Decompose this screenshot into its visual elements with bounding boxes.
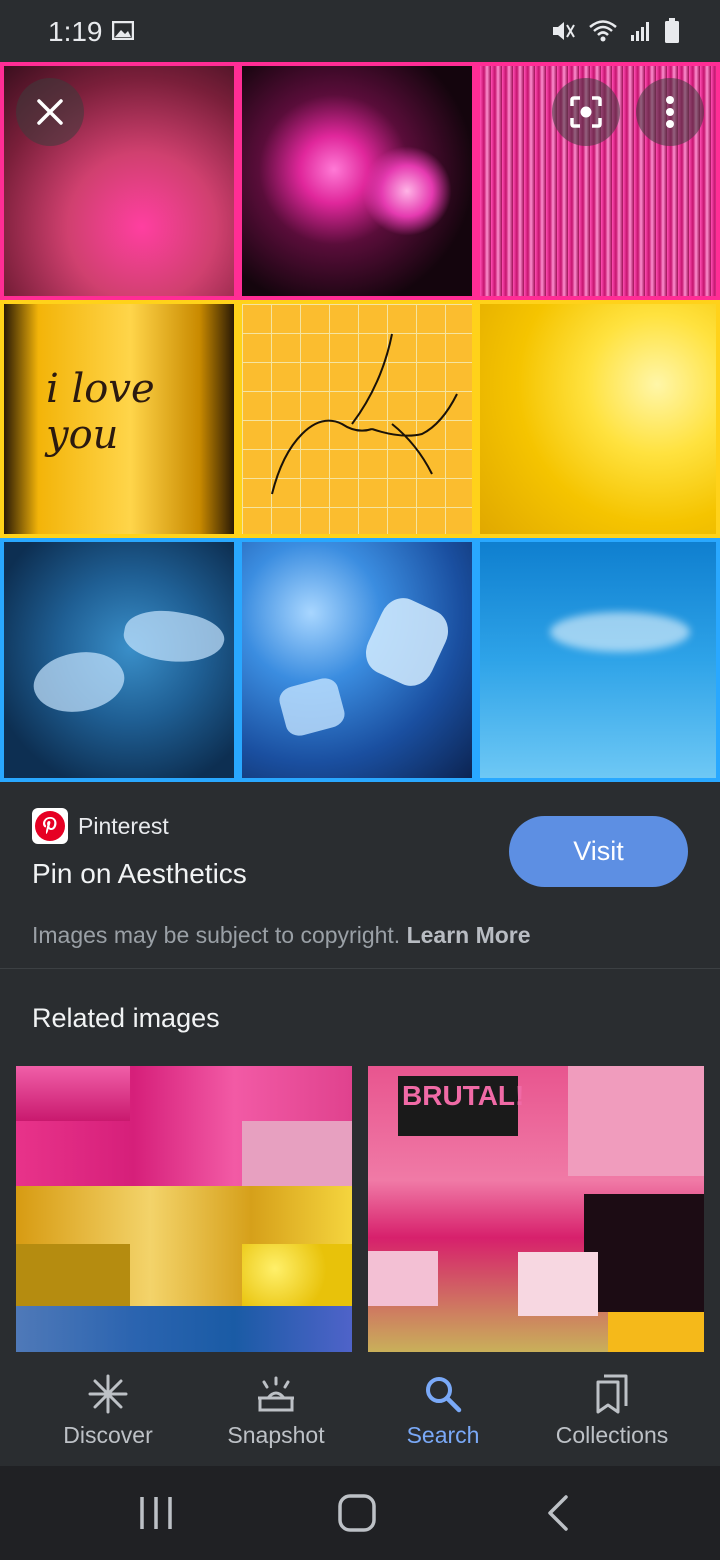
snapshot-icon [258,1376,294,1412]
divider [0,968,720,969]
lens-button[interactable] [552,78,620,146]
battery-icon [665,18,679,43]
pin-title[interactable]: Pin on Aesthetics [32,858,247,890]
signal-icon [631,22,649,41]
back-button[interactable] [528,1490,588,1536]
bottom-navigation: Discover Snapshot Search Collections [0,1352,720,1466]
collage-tile-fireworks [238,62,476,300]
nav-search-label: Search [406,1422,480,1448]
more-options-button[interactable] [636,78,704,146]
nav-discover-label: Discover [63,1422,153,1448]
related-image-2-caption: BRUTAL! [402,1080,525,1111]
back-icon [548,1495,568,1531]
nav-discover[interactable]: Discover [18,1352,198,1466]
copyright-notice: Images may be subject to copyright. Lear… [32,922,531,949]
discover-icon [88,1374,128,1414]
home-button[interactable] [327,1490,387,1536]
more-vert-icon [666,96,674,128]
collage-tile-blue-crystals [238,538,476,782]
nav-snapshot[interactable]: Snapshot [186,1352,366,1466]
hero-image[interactable]: i love you [0,62,720,782]
home-icon [338,1494,376,1532]
search-icon [426,1377,462,1413]
pinterest-logo-icon [32,808,68,844]
close-icon [37,99,63,125]
gallery-icon [112,21,134,40]
collage-tile-sky [476,538,720,782]
nav-collections[interactable]: Collections [522,1352,702,1466]
close-button[interactable] [16,78,84,146]
source-row[interactable]: Pinterest [32,808,169,844]
lens-icon [570,96,602,128]
collage-tile-lemon [476,300,720,538]
nav-search[interactable]: Search [353,1352,533,1466]
collage-tile-pinky-promise [238,300,476,538]
collage-tile-love-wall: i love you [0,300,238,538]
copyright-text: Images may be subject to copyright. [32,922,401,948]
visit-button[interactable]: Visit [509,816,688,887]
status-bar: 1:19 [0,0,720,62]
source-name: Pinterest [78,812,169,839]
status-icons [550,18,680,44]
recent-apps-button[interactable] [126,1490,186,1536]
system-navigation-bar [0,1466,720,1560]
nav-snapshot-label: Snapshot [227,1422,325,1448]
recent-apps-icon [140,1497,172,1529]
learn-more-link[interactable]: Learn More [407,922,531,948]
mute-icon [553,22,575,40]
wifi-icon [589,20,617,42]
related-image-2[interactable]: BRUTAL! [368,1066,704,1352]
nav-collections-label: Collections [555,1422,669,1448]
collections-icon [596,1374,628,1414]
related-images-heading: Related images [32,1003,220,1033]
related-image-1[interactable] [16,1066,352,1352]
collage-tile-hands-water [0,538,238,782]
status-time: 1:19 [48,16,103,47]
